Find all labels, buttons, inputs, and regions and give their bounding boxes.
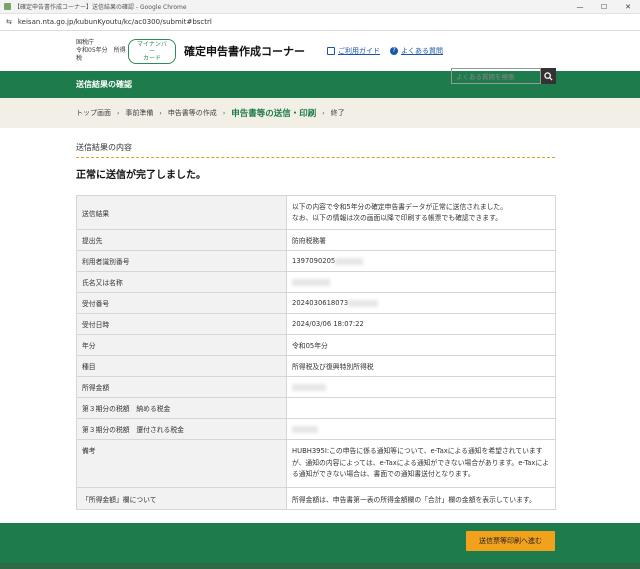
- faq-search: よくある質問を検索: [451, 68, 556, 84]
- redacted-block: [335, 257, 364, 265]
- section-label: 送信結果の内容: [76, 142, 555, 158]
- row-value: 防府税務署: [286, 229, 556, 251]
- breadcrumb-item-top: トップ画面: [76, 109, 111, 117]
- breadcrumb-item-preparation: 事前準備: [125, 109, 154, 117]
- row-value-cell: 1397090205: [286, 250, 556, 272]
- row-label: 提出先: [76, 229, 287, 251]
- org-label: 国税庁 令和05年分 所得税: [76, 39, 128, 63]
- breadcrumb-separator: ›: [159, 109, 162, 117]
- row-label: 備考: [76, 439, 287, 488]
- address-bar[interactable]: ⇆ keisan.nta.go.jp/kubunKyoutu/kc/ac0300…: [0, 14, 640, 31]
- row-value: 所得税及び復興特別所得税: [286, 355, 556, 377]
- row-value: 令和05年分: [286, 334, 556, 356]
- breadcrumb-separator: ›: [222, 109, 226, 117]
- row-label: 氏名又は名称: [76, 271, 287, 293]
- close-button[interactable]: ✕: [616, 0, 640, 14]
- site-favicon-icon: [4, 3, 11, 10]
- usage-guide-label: ご利用ガイド: [338, 47, 380, 55]
- breadcrumb: トップ画面 › 事前準備 › 申告書等の作成 › 申告書等の送信・印刷 › 終了: [0, 98, 640, 128]
- site-title: 確定申告書作成コーナー: [184, 45, 305, 58]
- mynumber-card-badge: マイナンバー カード: [128, 38, 176, 64]
- breadcrumb-item-finish: 終了: [330, 109, 345, 117]
- question-icon: ?: [390, 47, 398, 55]
- print-forms-button[interactable]: 送信票等印刷へ進む: [466, 531, 555, 551]
- book-icon: [327, 47, 335, 55]
- table-row: 年分 令和05年分: [76, 334, 556, 356]
- row-label: 受付番号: [76, 292, 287, 314]
- row-label: 送信結果: [76, 195, 287, 230]
- maximize-button[interactable]: ☐: [592, 0, 616, 14]
- row-value: 2024/03/06 18:07:22: [286, 313, 556, 335]
- row-label: 利用者識別番号: [76, 250, 287, 272]
- row-value: [286, 397, 556, 419]
- table-row: 受付番号 2024030618073: [76, 292, 556, 314]
- row-label: 第３期分の税額 納める税金: [76, 397, 287, 419]
- user-id-value: 1397090205: [292, 257, 336, 265]
- row-value: HUBH395I:この申告に係る通知等について、e-Taxによる通知を希望されて…: [286, 439, 556, 488]
- faq-link[interactable]: ? よくある質問: [390, 46, 443, 56]
- url-text[interactable]: keisan.nta.go.jp/kubunKyoutu/kc/ac0300/s…: [18, 18, 212, 26]
- table-row: 受付日時 2024/03/06 18:07:22: [76, 313, 556, 335]
- row-value-cell: 2024030618073: [286, 292, 556, 314]
- redacted-block: [292, 425, 318, 433]
- row-label: 所得金額: [76, 376, 287, 398]
- row-value: 以下の内容で令和5年分の確定申告書データが正常に送信されました。 なお、以下の情…: [286, 195, 556, 230]
- row-label: 受付日時: [76, 313, 287, 335]
- browser-title-bar: 【確定申告書作成コーナー】送信結果の確認 - Google Chrome — ☐…: [0, 0, 640, 14]
- page-title: 送信結果の確認: [76, 80, 132, 89]
- table-row: 種目 所得税及び復興特別所得税: [76, 355, 556, 377]
- breadcrumb-item-create: 申告書等の作成: [167, 109, 217, 117]
- table-row: 提出先 防府税務署: [76, 229, 556, 251]
- table-row: 第３期分の税額 納める税金: [76, 397, 556, 419]
- usage-guide-link[interactable]: ご利用ガイド: [327, 46, 380, 56]
- table-row: 備考 HUBH395I:この申告に係る通知等について、e-Taxによる通知を希望…: [76, 439, 556, 488]
- search-button[interactable]: [541, 68, 556, 84]
- row-value-cell: [286, 418, 556, 440]
- row-label: 種目: [76, 355, 287, 377]
- row-value-cell: [286, 271, 556, 293]
- main-content: 送信結果の内容 正常に送信が完了しました。 送信結果 以下の内容で令和5年分の確…: [0, 142, 640, 510]
- result-table: 送信結果 以下の内容で令和5年分の確定申告書データが正常に送信されました。 なお…: [76, 195, 556, 510]
- table-row: 送信結果 以下の内容で令和5年分の確定申告書データが正常に送信されました。 なお…: [76, 195, 556, 230]
- faq-label: よくある質問: [401, 47, 443, 55]
- tax-year-label: 令和05年分 所得税: [76, 47, 126, 62]
- redacted-block: [348, 299, 379, 307]
- site-footer: [0, 563, 640, 569]
- org-name: 国税庁: [76, 39, 95, 46]
- table-row: 利用者識別番号 1397090205: [76, 250, 556, 272]
- window-title: 【確定申告書作成コーナー】送信結果の確認 - Google Chrome: [14, 4, 187, 11]
- redacted-block: [292, 383, 326, 391]
- breadcrumb-item-current: 申告書等の送信・印刷: [231, 109, 317, 119]
- breadcrumb-separator: ›: [322, 109, 325, 117]
- site-settings-icon[interactable]: ⇆: [6, 18, 12, 26]
- row-value-cell: [286, 376, 556, 398]
- row-label: 第３期分の税額 還付される税金: [76, 418, 287, 440]
- row-label: 「所得金額」欄について: [76, 487, 287, 510]
- breadcrumb-separator: ›: [117, 109, 120, 117]
- row-label: 年分: [76, 334, 287, 356]
- table-row: 氏名又は名称: [76, 271, 556, 293]
- site-header: 国税庁 令和05年分 所得税 マイナンバー カード 確定申告書作成コーナー ご利…: [0, 31, 640, 84]
- minimize-button[interactable]: —: [568, 0, 592, 14]
- search-icon: [544, 71, 553, 81]
- table-row: 第３期分の税額 還付される税金: [76, 418, 556, 440]
- receipt-number-value: 2024030618073: [292, 299, 349, 307]
- window-controls: — ☐ ✕: [568, 0, 640, 14]
- faq-search-input[interactable]: よくある質問を検索: [451, 68, 541, 84]
- table-row: 「所得金額」欄について 所得金額は、申告書第一表の所得金額欄の「合計」欄の金額を…: [76, 487, 556, 510]
- redacted-block: [292, 278, 330, 286]
- row-value: 所得金額は、申告書第一表の所得金額欄の「合計」欄の金額を表示しています。: [286, 487, 556, 510]
- completion-message: 正常に送信が完了しました。: [76, 170, 206, 181]
- table-row: 所得金額: [76, 376, 556, 398]
